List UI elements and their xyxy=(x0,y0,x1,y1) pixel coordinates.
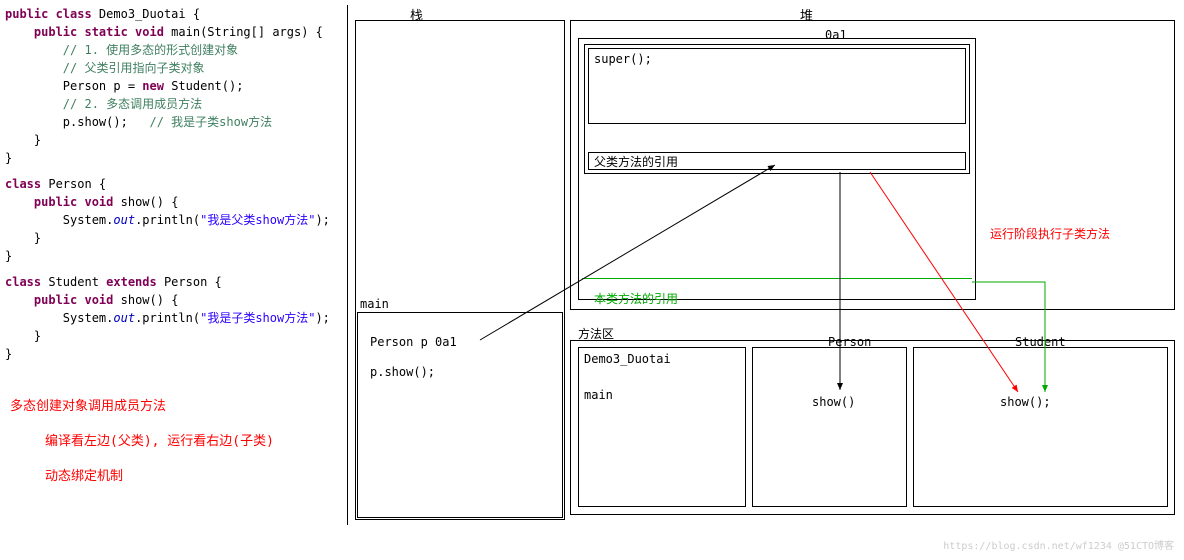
note-dynamic-binding: 动态绑定机制 xyxy=(45,465,123,484)
student-class-name: Student xyxy=(1015,335,1066,349)
demo-main: main xyxy=(584,388,613,402)
green-line xyxy=(582,278,972,279)
stack-pshow: p.show(); xyxy=(370,365,435,379)
method-area-person xyxy=(752,347,907,507)
note-polymorphism: 多态创建对象调用成员方法 xyxy=(10,395,166,414)
heap-super-text: super(); xyxy=(594,52,652,66)
heap-parent-ref-text: 父类方法的引用 xyxy=(594,153,678,170)
note-compile-runtime: 编译看左边(父类), 运行看右边(子类) xyxy=(45,430,274,449)
method-area-demo xyxy=(578,347,746,507)
person-show: show() xyxy=(812,395,855,409)
runtime-note: 运行阶段执行子类方法 xyxy=(990,225,1110,242)
stack-person-p: Person p 0a1 xyxy=(370,335,457,349)
student-show: show(); xyxy=(1000,395,1051,409)
method-area-student xyxy=(913,347,1168,507)
source-code: public class Demo3_Duotai { public stati… xyxy=(5,5,350,363)
stack-main-label: main xyxy=(360,297,389,311)
heap-self-ref-text: 本类方法的引用 xyxy=(594,290,678,307)
person-class-name: Person xyxy=(828,335,871,349)
watermark: https://blog.csdn.net/wf1234 @51CTO博客 xyxy=(943,537,1174,552)
demo-class-name: Demo3_Duotai xyxy=(584,352,671,366)
vertical-divider xyxy=(347,5,348,525)
